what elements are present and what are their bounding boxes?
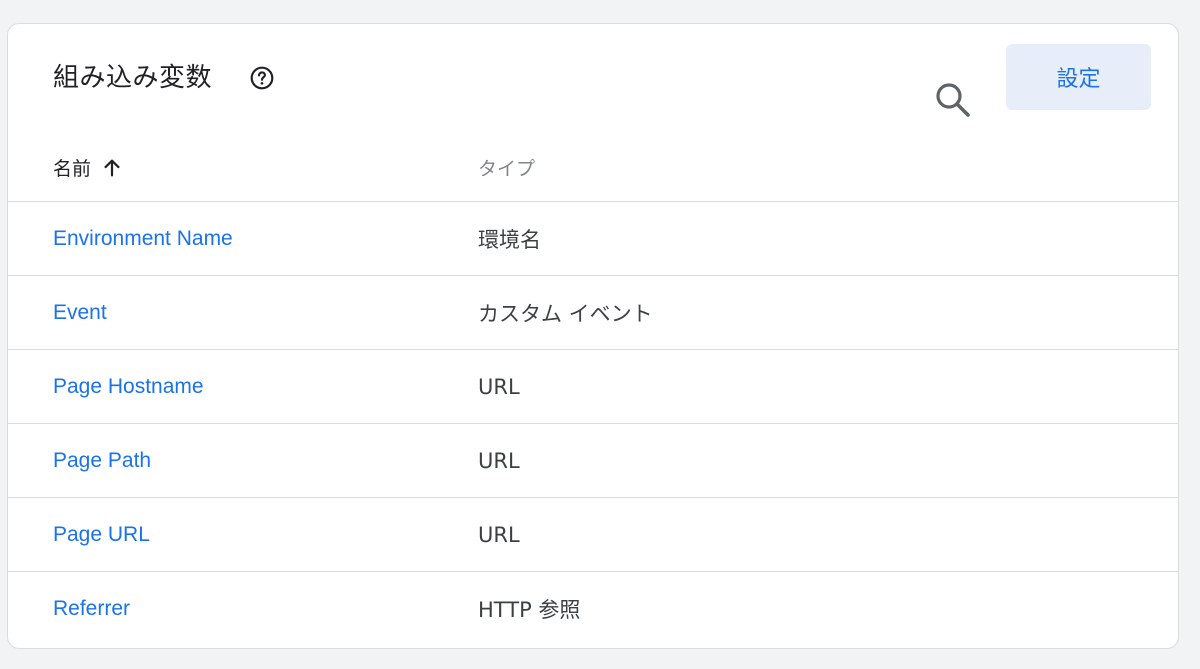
column-header-name-label: 名前 — [53, 158, 92, 180]
table-row: Event カスタム イベント — [8, 276, 1178, 350]
card-title: 組み込み変数 — [53, 63, 213, 93]
variable-name-link[interactable]: Event — [53, 276, 107, 349]
column-header-name[interactable]: 名前 — [53, 134, 123, 201]
table-row: Referrer HTTP 参照 — [8, 572, 1178, 646]
variable-type: URL — [478, 522, 520, 547]
arrow-up-icon — [104, 159, 120, 176]
table-row: Page Hostname URL — [8, 350, 1178, 424]
table-header: 名前 タイプ — [8, 134, 1178, 202]
variable-name-link[interactable]: Page Hostname — [53, 350, 204, 423]
help-icon[interactable] — [249, 65, 275, 91]
built-in-variables-card: 組み込み変数 設定 名前 タイプ Environment Name 環境名 Ev… — [7, 23, 1179, 649]
table-row: Page Path URL — [8, 424, 1178, 498]
search-icon[interactable] — [932, 80, 972, 120]
variable-type: カスタム イベント — [478, 301, 653, 326]
variable-name-link[interactable]: Environment Name — [53, 202, 233, 275]
table-row: Environment Name 環境名 — [8, 202, 1178, 276]
variable-type: 環境名 — [478, 227, 541, 252]
variable-type: URL — [478, 448, 520, 473]
card-header: 組み込み変数 設定 — [8, 24, 1178, 134]
table-row: Page URL URL — [8, 498, 1178, 572]
variable-type: URL — [478, 374, 520, 399]
column-header-type: タイプ — [478, 158, 536, 180]
variable-name-link[interactable]: Page URL — [53, 498, 150, 571]
variable-name-link[interactable]: Referrer — [53, 572, 130, 645]
settings-button[interactable]: 設定 — [1006, 44, 1151, 110]
table-body: Environment Name 環境名 Event カスタム イベント Pag… — [8, 202, 1178, 646]
variable-name-link[interactable]: Page Path — [53, 424, 151, 497]
variable-type: HTTP 参照 — [478, 597, 581, 622]
